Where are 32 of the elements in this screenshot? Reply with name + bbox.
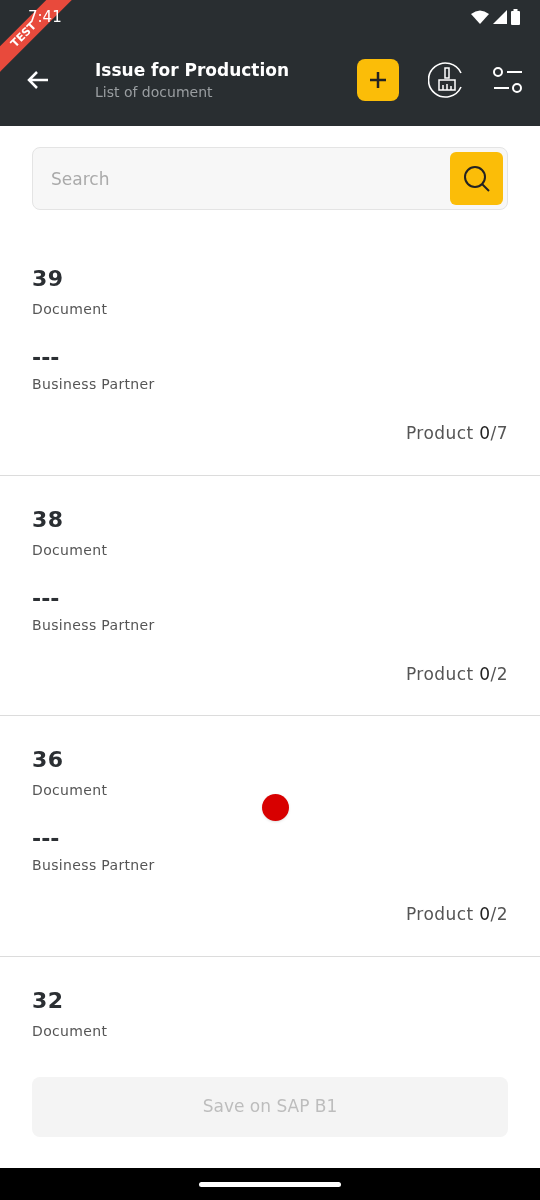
product-count: Product 0/7 <box>405 422 508 445</box>
document-number: 32 <box>32 986 65 1015</box>
document-label: Document <box>32 300 109 319</box>
back-arrow-icon <box>26 70 50 90</box>
home-indicator[interactable] <box>199 1181 341 1187</box>
plus-icon <box>368 70 388 90</box>
add-button[interactable] <box>357 59 399 101</box>
document-label: Document <box>32 1021 109 1041</box>
touch-indicator-icon <box>262 794 289 821</box>
document-label: Document <box>32 781 109 800</box>
filter-icon <box>492 66 524 94</box>
partner-value: --- <box>32 584 61 613</box>
partner-value: --- <box>32 344 61 372</box>
partner-value: --- <box>32 825 61 853</box>
document-number: 36 <box>32 746 65 774</box>
document-label: Document <box>32 540 109 560</box>
page-subtitle: List of document <box>95 83 214 102</box>
search-icon <box>462 164 491 193</box>
filter-button[interactable] <box>492 65 524 95</box>
document-number: 38 <box>32 505 65 534</box>
battery-icon <box>511 9 520 25</box>
search-button[interactable] <box>450 152 503 205</box>
wifi-icon <box>471 10 489 24</box>
document-number: 39 <box>32 265 65 293</box>
search-field[interactable]: Search <box>32 147 508 210</box>
partner-label: Business Partner <box>32 856 156 875</box>
product-count: Product 0/2 <box>405 903 508 926</box>
partner-label: Business Partner <box>32 375 156 394</box>
product-count: Product 0/2 <box>405 662 508 686</box>
page-title: Issue for Production <box>95 59 291 82</box>
partner-label: Business Partner <box>32 615 156 635</box>
signal-icon <box>493 10 507 24</box>
